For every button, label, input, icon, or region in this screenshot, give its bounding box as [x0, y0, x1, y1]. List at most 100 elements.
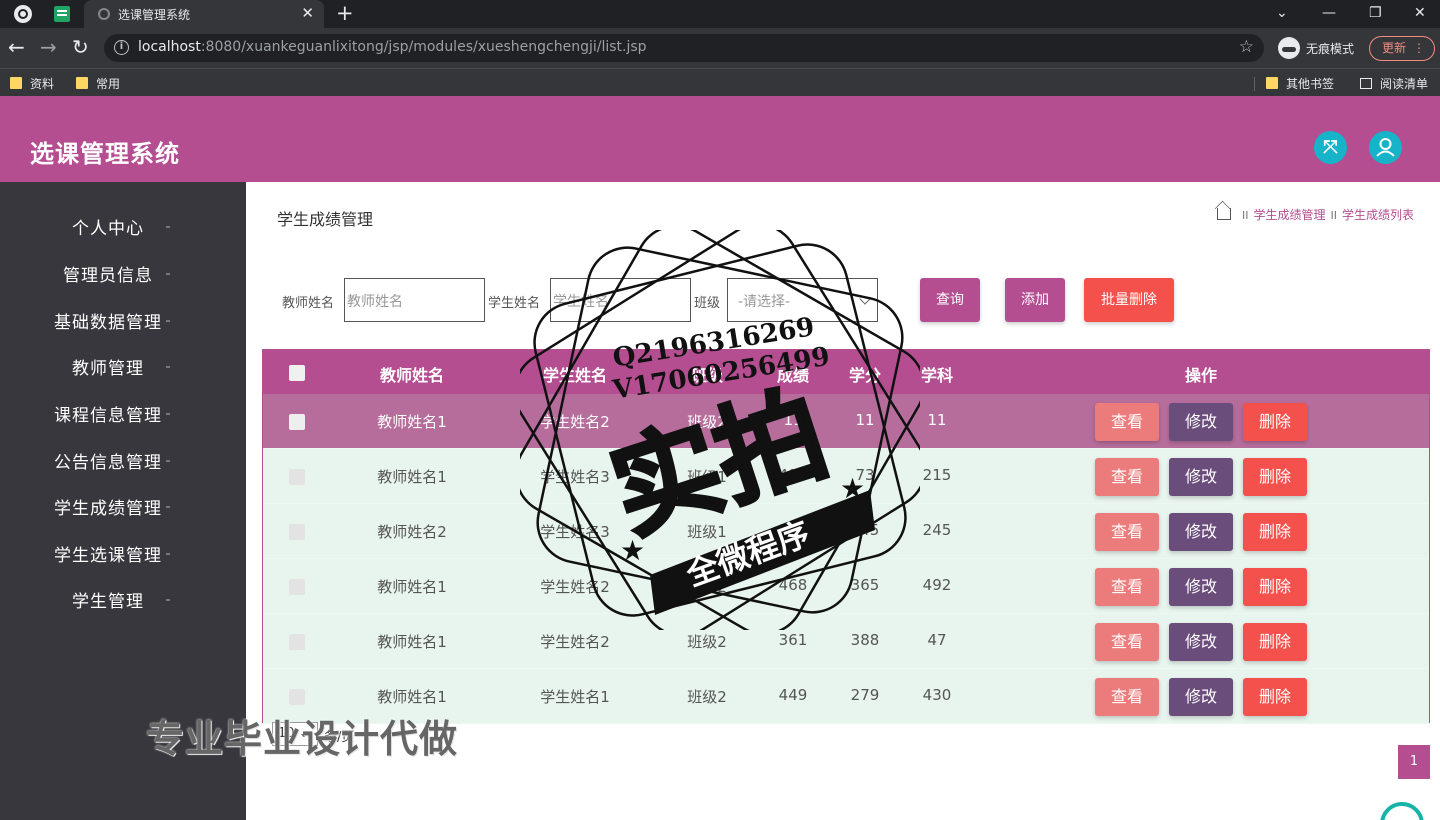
minimize-icon[interactable]: — — [1322, 3, 1336, 23]
cell-credit: 279 — [850, 686, 880, 704]
forward-icon[interactable]: → — [40, 36, 57, 58]
row-checkbox[interactable] — [289, 414, 305, 430]
sidebar-item-personal-center[interactable]: 个人中心 — [0, 214, 216, 239]
edit-button[interactable]: 修改 — [1169, 513, 1233, 551]
table-row: 教师姓名1 学生姓名3 班级1 497 73 215 查看 修改 删除 — [263, 449, 1429, 504]
add-button[interactable]: 添加 — [1005, 278, 1065, 322]
restore-icon[interactable]: ❐ — [1369, 3, 1382, 23]
select-all-checkbox[interactable] — [289, 365, 305, 381]
teacher-name-input[interactable]: 教师姓名 — [344, 278, 485, 322]
window-close-icon[interactable]: ✕ — [1414, 3, 1426, 23]
other-bookmarks[interactable]: 其他书签 — [1266, 75, 1334, 92]
close-icon[interactable]: ✕ — [301, 4, 314, 22]
breadcrumb: II 学生成绩管理 II 学生成绩列表 — [1216, 206, 1414, 223]
info-icon[interactable]: i — [114, 40, 129, 55]
edit-button[interactable]: 修改 — [1169, 458, 1233, 496]
edit-button[interactable]: 修改 — [1169, 623, 1233, 661]
cell-teacher-name: 教师姓名1 — [377, 688, 447, 706]
fullscreen-icon[interactable]: ⤧ — [1314, 131, 1347, 164]
bookmark-folder-2[interactable]: 常用 — [76, 75, 120, 92]
sidebar-item-basic-data[interactable]: 基础数据管理 — [0, 308, 216, 333]
edit-button[interactable]: 修改 — [1169, 678, 1233, 716]
col-credit: 学分 — [848, 366, 882, 385]
cell-credit: 73 — [855, 466, 875, 484]
sidebar-item-courses[interactable]: 课程信息管理 — [0, 401, 216, 426]
student-name-input[interactable]: 学生姓名 — [550, 278, 691, 322]
col-class: 班级 — [690, 366, 724, 385]
browser-address-bar: ← → ↻ i localhost:8080/xuankeguanlixiton… — [0, 28, 1440, 68]
delete-button[interactable]: 删除 — [1243, 568, 1307, 606]
url-text: localhost:8080/xuankeguanlixitong/jsp/mo… — [138, 39, 647, 55]
url-field[interactable]: i localhost:8080/xuankeguanlixitong/jsp/… — [104, 34, 1264, 62]
view-button[interactable]: 查看 — [1095, 623, 1159, 661]
cell-student-name: 学生姓名2 — [540, 413, 610, 431]
class-select[interactable]: -请选择- — [727, 278, 878, 322]
batch-delete-button[interactable]: 批量删除 — [1084, 278, 1174, 322]
incognito-icon[interactable] — [1278, 37, 1300, 59]
delete-button[interactable]: 删除 — [1243, 458, 1307, 496]
delete-button[interactable]: 删除 — [1243, 403, 1307, 441]
back-icon[interactable]: ← — [8, 36, 25, 58]
row-checkbox[interactable] — [289, 524, 305, 540]
chevron-down-icon[interactable]: ⌄ — [1276, 3, 1288, 23]
view-button[interactable]: 查看 — [1095, 678, 1159, 716]
browser-tab-bar: 选课管理系统 ✕ + ⌄ — ❐ ✕ — [0, 0, 1440, 28]
class-label: 班级 — [694, 296, 721, 311]
app-header: 选课管理系统 ⤧ — [0, 96, 1440, 182]
home-icon[interactable] — [1216, 208, 1231, 220]
folder-icon — [1266, 77, 1278, 89]
tab-title: 选课管理系统 — [118, 8, 191, 22]
col-actions: 操作 — [1184, 366, 1218, 385]
sidebar-item-announcements[interactable]: 公告信息管理 — [0, 448, 216, 473]
reading-list-icon — [1360, 78, 1372, 89]
back-to-top-icon[interactable] — [1380, 802, 1424, 820]
incognito-label: 无痕模式 — [1306, 42, 1355, 56]
cell-class: 班级2 — [687, 413, 727, 431]
reading-list[interactable]: 阅读清单 — [1360, 75, 1428, 92]
cell-credit: 445 — [850, 521, 880, 539]
sidebar-item-teachers[interactable]: 教师管理 — [0, 354, 216, 379]
edit-button[interactable]: 修改 — [1169, 568, 1233, 606]
view-button[interactable]: 查看 — [1095, 568, 1159, 606]
reload-icon[interactable]: ↻ — [72, 36, 89, 58]
cell-student-name: 学生姓名2 — [540, 578, 610, 596]
cell-class: 班级1 — [687, 468, 727, 486]
globe-icon[interactable] — [14, 5, 32, 23]
page-title: 学生成绩管理 — [277, 210, 374, 229]
breadcrumb-item[interactable]: 学生成绩管理 — [1253, 208, 1325, 222]
cell-teacher-name: 教师姓名1 — [377, 468, 447, 486]
user-icon[interactable] — [1369, 131, 1402, 164]
student-name-label: 学生姓名 — [488, 296, 541, 311]
row-checkbox[interactable] — [289, 469, 305, 485]
view-button[interactable]: 查看 — [1095, 403, 1159, 441]
edit-button[interactable]: 修改 — [1169, 403, 1233, 441]
sidebar-item-admin-info[interactable]: 管理员信息 — [0, 261, 216, 286]
cell-subject: 492 — [922, 576, 952, 594]
bookmark-folder-1[interactable]: 资料 — [10, 75, 54, 92]
breadcrumb-item: 学生成绩列表 — [1341, 208, 1414, 222]
view-button[interactable]: 查看 — [1095, 458, 1159, 496]
delete-button[interactable]: 删除 — [1243, 513, 1307, 551]
sheets-tab-icon[interactable] — [54, 6, 70, 22]
cell-student-name: 学生姓名1 — [540, 688, 610, 706]
view-button[interactable]: 查看 — [1095, 513, 1159, 551]
update-button[interactable]: 更新 ⋮ — [1369, 36, 1435, 61]
delete-button[interactable]: 删除 — [1243, 623, 1307, 661]
cell-class: 班级2 — [687, 688, 727, 706]
sidebar-item-course-selection[interactable]: 学生选课管理 — [0, 541, 216, 566]
sidebar-item-students[interactable]: 学生管理 — [0, 587, 216, 612]
sidebar-item-grades[interactable]: 学生成绩管理 — [0, 494, 216, 519]
cell-credit: 11 — [855, 411, 875, 429]
search-button[interactable]: 查询 — [920, 278, 980, 322]
cell-score: 468 — [778, 576, 808, 594]
bookmark-star-icon[interactable]: ☆ — [1239, 37, 1254, 57]
cell-subject: 215 — [922, 466, 952, 484]
page-number-button[interactable]: 1 — [1398, 745, 1430, 779]
cell-teacher-name: 教师姓名1 — [377, 578, 447, 596]
browser-tab-active[interactable]: 选课管理系统 ✕ — [84, 0, 324, 28]
row-checkbox[interactable] — [289, 579, 305, 595]
delete-button[interactable]: 删除 — [1243, 678, 1307, 716]
new-tab-icon[interactable]: + — [336, 1, 354, 25]
row-checkbox[interactable] — [289, 634, 305, 650]
row-checkbox[interactable] — [289, 689, 305, 705]
